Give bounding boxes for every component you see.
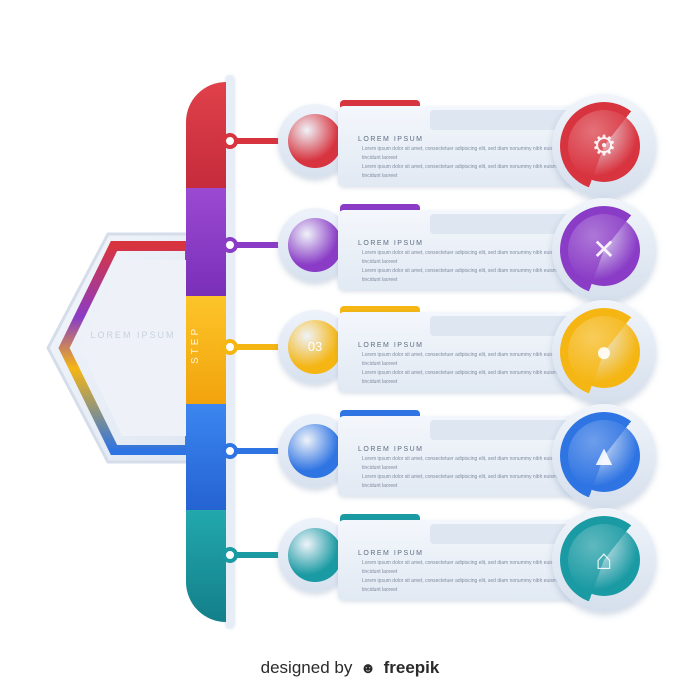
step-row: 03 LOREM IPSUM Lorem ipsum dolor sit ame… — [220, 300, 660, 406]
step-text-line: Lorem ipsum dolor sit amet, consectetuer… — [362, 578, 563, 584]
card-header-bar — [430, 110, 570, 130]
footer-brand: freepik — [383, 658, 440, 677]
step-icon-core: ⚙ — [568, 110, 640, 182]
step-text-line: tincidunt laoreet — [362, 465, 398, 471]
step-title: LOREM IPSUM — [358, 446, 424, 453]
step-icon-core: ✕ — [568, 214, 640, 286]
step-number-circle — [288, 218, 342, 272]
step-dot — [222, 237, 238, 253]
footer-prefix: designed by — [260, 658, 353, 677]
step-text-line: tincidunt laoreet — [362, 379, 398, 385]
step-icon-core: ▲ — [568, 420, 640, 492]
freepik-logo-icon: ☻ — [360, 660, 376, 677]
home-icon: ⌂ — [595, 544, 613, 575]
step-text-line: Lorem ipsum dolor sit amet, consectetuer… — [362, 560, 563, 566]
step-dot — [222, 547, 238, 563]
step-text-line: Lorem ipsum dolor sit amet, consectetuer… — [362, 370, 563, 376]
lightbulb-icon: ● — [595, 336, 613, 367]
step-text-line: tincidunt laoreet — [362, 173, 398, 179]
step-row: LOREM IPSUM Lorem ipsum dolor sit amet, … — [220, 94, 660, 200]
step-title: LOREM IPSUM — [358, 342, 424, 349]
step-icon-badge: ⚙ — [552, 94, 656, 198]
hexagon-frame — [46, 232, 195, 464]
card-header-bar — [430, 214, 570, 234]
step-number — [288, 424, 342, 478]
step-number — [288, 218, 342, 272]
step-card: LOREM IPSUM Lorem ipsum dolor sit amet, … — [338, 520, 578, 600]
step-icon-badge: ● — [552, 300, 656, 404]
step-icon-badge: ✕ — [552, 198, 656, 302]
step-text-line: tincidunt laoreet — [362, 361, 398, 367]
step-row: LOREM IPSUM Lorem ipsum dolor sit amet, … — [220, 508, 660, 614]
step-icon-core: ● — [568, 316, 640, 388]
step-text-line: Lorem ipsum dolor sit amet, consectetuer… — [362, 146, 563, 152]
step-text-line: tincidunt laoreet — [362, 483, 398, 489]
step-title: LOREM IPSUM — [358, 240, 424, 247]
step-dot — [222, 133, 238, 149]
step-text-line: Lorem ipsum dolor sit amet, consectetuer… — [362, 250, 563, 256]
step-card: LOREM IPSUM Lorem ipsum dolor sit amet, … — [338, 106, 578, 186]
step-title: LOREM IPSUM — [358, 136, 424, 143]
step-number-circle: 03 — [288, 320, 342, 374]
step-text-line: Lorem ipsum dolor sit amet, consectetuer… — [362, 164, 563, 170]
step-dot — [222, 443, 238, 459]
step-icon-badge: ▲ — [552, 404, 656, 508]
step-row: LOREM IPSUM Lorem ipsum dolor sit amet, … — [220, 198, 660, 304]
step-text-line: tincidunt laoreet — [362, 155, 398, 161]
step-number-circle — [288, 114, 342, 168]
center-label: LOREM IPSUM — [90, 330, 176, 340]
card-header-bar — [430, 524, 570, 544]
step-card: LOREM IPSUM Lorem ipsum dolor sit amet, … — [338, 312, 578, 392]
tools-icon: ✕ — [592, 234, 616, 265]
step-title: LOREM IPSUM — [358, 550, 424, 557]
step-text-line: tincidunt laoreet — [362, 569, 398, 575]
step-card: LOREM IPSUM Lorem ipsum dolor sit amet, … — [338, 210, 578, 290]
step-number — [288, 114, 342, 168]
step-number-circle — [288, 424, 342, 478]
step-number-circle — [288, 528, 342, 582]
helmet-icon: ▲ — [590, 440, 618, 471]
step-text-line: Lorem ipsum dolor sit amet, consectetuer… — [362, 352, 563, 358]
step-text-line: Lorem ipsum dolor sit amet, consectetuer… — [362, 268, 563, 274]
step-text-line: tincidunt laoreet — [362, 277, 398, 283]
step-icon-core: ⌂ — [568, 524, 640, 596]
step-card: LOREM IPSUM Lorem ipsum dolor sit amet, … — [338, 416, 578, 496]
step-number — [288, 528, 342, 582]
step-text-line: Lorem ipsum dolor sit amet, consectetuer… — [362, 474, 563, 480]
card-header-bar — [430, 420, 570, 440]
step-label: STEP — [190, 325, 201, 365]
step-text-line: tincidunt laoreet — [362, 587, 398, 593]
step-text-line: Lorem ipsum dolor sit amet, consectetuer… — [362, 456, 563, 462]
footer-credit: designed by ☻ freepik — [0, 658, 700, 686]
step-icon-badge: ⌂ — [552, 508, 656, 612]
step-text-line: tincidunt laoreet — [362, 259, 398, 265]
step-dot — [222, 339, 238, 355]
card-header-bar — [430, 316, 570, 336]
gears-icon: ⚙ — [591, 130, 617, 161]
step-row: LOREM IPSUM Lorem ipsum dolor sit amet, … — [220, 404, 660, 510]
step-number: 03 — [307, 339, 323, 354]
